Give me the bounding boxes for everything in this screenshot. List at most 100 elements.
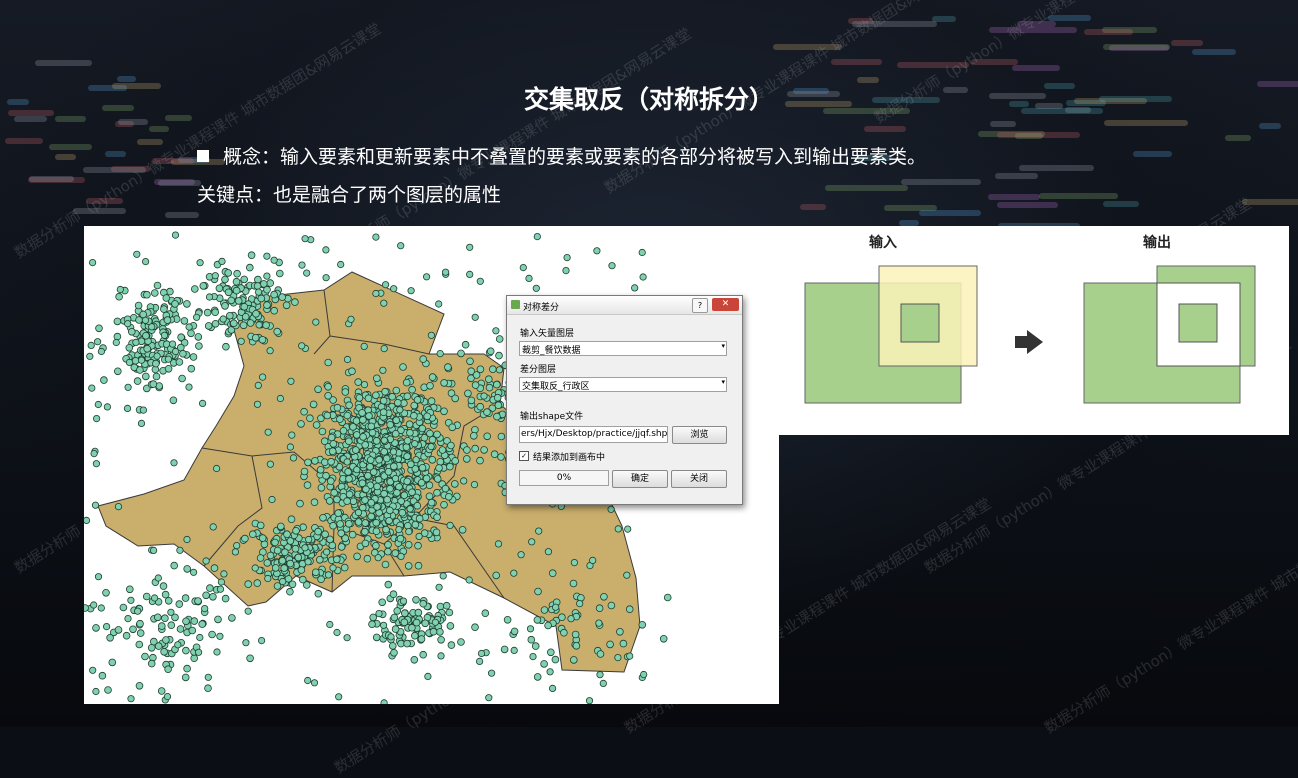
restaurant-point (237, 337, 245, 345)
restaurant-point (94, 573, 103, 581)
restaurant-point (421, 619, 430, 628)
restaurant-point (442, 601, 451, 610)
restaurant-point (108, 658, 117, 667)
restaurant-point (437, 635, 445, 644)
restaurant-point (595, 619, 603, 627)
restaurant-point (304, 558, 312, 566)
restaurant-point (411, 520, 420, 529)
restaurant-point (354, 508, 363, 517)
restaurant-point (190, 617, 199, 625)
restaurant-point (114, 502, 123, 511)
restaurant-point (389, 590, 398, 599)
restaurant-point (301, 544, 309, 552)
restaurant-point (263, 301, 271, 309)
code-line-decoration (151, 158, 194, 165)
restaurant-point (480, 446, 488, 454)
restaurant-point (154, 613, 162, 622)
restaurant-point (86, 352, 94, 360)
output-path-input[interactable]: ers/Hjx/Desktop/practice/jjqf.shp (519, 426, 668, 443)
restaurant-point (367, 498, 376, 507)
restaurant-point (255, 288, 263, 296)
add-to-canvas-checkbox[interactable]: ✓ (519, 451, 529, 461)
restaurant-point (94, 338, 102, 346)
restaurant-point (353, 552, 361, 561)
restaurant-point (435, 300, 443, 308)
restaurant-point (546, 668, 554, 676)
restaurant-point (510, 569, 518, 577)
restaurant-point (106, 633, 114, 642)
restaurant-point (399, 363, 407, 371)
restaurant-point (372, 527, 381, 536)
restaurant-point (92, 460, 100, 468)
restaurant-point (204, 322, 213, 330)
restaurant-point (369, 613, 378, 622)
restaurant-point (366, 463, 374, 471)
restaurant-point (251, 564, 259, 572)
restaurant-point (408, 488, 416, 497)
restaurant-point (137, 356, 146, 364)
restaurant-point (189, 353, 198, 361)
restaurant-point (152, 372, 161, 381)
restaurant-point (127, 596, 135, 604)
restaurant-point (422, 474, 431, 483)
restaurant-point (190, 654, 198, 663)
qgis-map-canvas[interactable]: 对称差分 ? ✕ 输入矢量图层 裁剪_餐饮数据 ▾ 差分图层 交集取反_行政区 … (84, 226, 779, 704)
code-line-decoration (1241, 199, 1298, 206)
restaurant-point (221, 275, 229, 284)
restaurant-point (640, 670, 648, 679)
restaurant-point (228, 614, 236, 622)
restaurant-point (162, 294, 171, 302)
restaurant-point (397, 242, 405, 250)
restaurant-point (320, 437, 329, 446)
restaurant-point (339, 427, 348, 435)
restaurant-point (211, 308, 219, 316)
restaurant-point (176, 546, 184, 554)
restaurant-point (475, 657, 484, 665)
restaurant-point (411, 440, 419, 448)
code-line-decoration (1012, 65, 1061, 72)
restaurant-point (135, 640, 144, 649)
restaurant-point (210, 564, 219, 572)
restaurant-point (213, 648, 221, 656)
restaurant-point (214, 615, 222, 624)
diff-layer-select[interactable]: 交集取反_行政区 ▾ (519, 377, 727, 392)
restaurant-point (304, 676, 312, 685)
diagram-svg (804, 265, 1256, 404)
restaurant-point (190, 568, 198, 576)
close-icon[interactable]: ✕ (712, 298, 739, 311)
restaurant-point (133, 250, 141, 258)
restaurant-point (124, 383, 132, 391)
restaurant-point (142, 332, 150, 340)
restaurant-point (246, 263, 254, 272)
input-layer-label: 输入矢量图层 (520, 329, 575, 339)
restaurant-point (88, 384, 96, 392)
restaurant-point (631, 284, 639, 292)
restaurant-point (260, 280, 268, 288)
restaurant-point (124, 320, 132, 328)
restaurant-point (447, 641, 456, 649)
dialog-titlebar[interactable]: 对称差分 ? ✕ (507, 296, 742, 315)
restaurant-point (287, 377, 295, 385)
browse-button[interactable]: 浏览 (672, 426, 727, 444)
restaurant-point (136, 629, 145, 637)
restaurant-point (548, 569, 557, 578)
restaurant-point (241, 313, 250, 321)
restaurant-point (382, 525, 390, 534)
restaurant-point (176, 625, 185, 633)
restaurant-point (310, 679, 319, 687)
restaurant-point (432, 528, 441, 537)
ok-button[interactable]: 确定 (612, 470, 668, 488)
symmetric-difference-dialog[interactable]: 对称差分 ? ✕ 输入矢量图层 裁剪_餐饮数据 ▾ 差分图层 交集取反_行政区 … (506, 295, 743, 505)
close-button[interactable]: 关闭 (671, 470, 727, 488)
restaurant-point (361, 527, 369, 536)
restaurant-point (281, 548, 289, 557)
help-button[interactable]: ? (692, 298, 708, 313)
restaurant-point (465, 576, 473, 584)
restaurant-point (129, 625, 137, 634)
code-line-decoration (48, 143, 93, 150)
restaurant-point (395, 525, 403, 534)
restaurant-point (252, 310, 260, 318)
diagram-input-label: 输入 (869, 235, 897, 251)
restaurant-point (413, 396, 422, 404)
input-layer-select[interactable]: 裁剪_餐饮数据 ▾ (519, 341, 727, 356)
